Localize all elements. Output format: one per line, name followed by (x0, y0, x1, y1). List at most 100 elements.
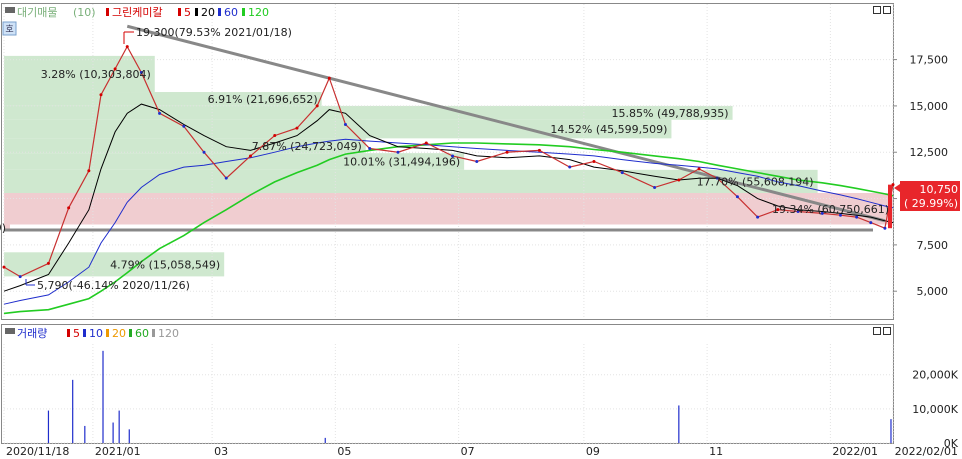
price-point (396, 150, 400, 154)
volume-profile-label: 10.01% (31,494,196) (343, 156, 460, 169)
price-point (424, 141, 428, 145)
legend-vma120: 120 (158, 327, 179, 340)
legend-stock: 그린케미칼 (112, 6, 163, 19)
current-price-change: ( 29.99%) (904, 197, 958, 210)
legend-ma20-marker (195, 8, 198, 16)
x-tick: 07 (461, 445, 475, 458)
price-point (46, 261, 50, 265)
price-point (343, 122, 347, 126)
price-point (756, 215, 760, 219)
legend-count: (10) (73, 6, 96, 19)
price-point (224, 176, 228, 180)
price-point (697, 167, 701, 171)
low-annotation: 5,790(-46.14% 2020/11/26) (25, 279, 190, 292)
price-point (505, 150, 509, 154)
price-y-tick: 5,000 (917, 285, 949, 298)
price-point (295, 126, 299, 130)
legend-vma5: 5 (73, 327, 80, 340)
price-point (537, 148, 541, 152)
x-tick: 2022/02/01 (895, 445, 958, 458)
price-point (620, 171, 624, 175)
price-y-tick: 17,500 (910, 54, 949, 67)
high-annotation: 19,300(79.53% 2021/01/18) (123, 26, 292, 44)
maximize-icon[interactable] (883, 6, 891, 14)
price-point (568, 165, 572, 169)
volume-profile-band (4, 193, 893, 225)
minimize-icon[interactable] (873, 6, 881, 14)
volume-profile-label: 14.52% (45,599,509) (550, 123, 667, 136)
price-point (475, 160, 479, 163)
price-point (883, 226, 887, 230)
x-tick: 2020/11/18 (6, 445, 69, 458)
volume-y-tick: 10,000K (912, 403, 958, 416)
price-y-tick: 7,500 (917, 239, 949, 252)
volume-bars (47, 350, 892, 443)
low-label: 5,790(-46.14% 2020/11/26) (37, 279, 190, 292)
current-price-value: 10,750 (920, 183, 959, 196)
price-panel-controls[interactable] (873, 6, 891, 14)
price-y-tick: 12,500 (910, 146, 949, 159)
legend-vma20-marker (106, 329, 109, 337)
legend-vma5-marker (67, 329, 70, 337)
legend-title: 대기매물 (17, 6, 57, 19)
x-tick: 2021/01 (95, 445, 141, 458)
price-point (125, 45, 129, 49)
legend-vma120-marker (152, 329, 155, 337)
price-point (735, 195, 739, 199)
chart-toggle-glyph: 호 (5, 24, 13, 35)
x-tick: 2022/01 (832, 445, 878, 458)
current-price-tag: 10,750 ( 29.99%) (894, 181, 960, 211)
price-point (2, 265, 6, 269)
current-price-pointer (894, 184, 900, 192)
price-point (99, 93, 103, 97)
volume-profile-label: 17.70% (55,608,194) (697, 175, 814, 188)
volume-profile-label: 0.13% (413,569) (0, 221, 6, 234)
legend-ma60: 60 (224, 6, 238, 19)
volume-profile-label: 6.91% (21,696,652) (208, 93, 318, 106)
price-point (67, 206, 71, 210)
price-point (273, 134, 277, 138)
legend-ma60-marker (218, 8, 221, 16)
volume-profile-label: 3.28% (10,303,804) (41, 68, 151, 81)
legend-icon (5, 328, 15, 334)
legend-vma10-marker (83, 329, 86, 337)
price-y-tick: 15,000 (910, 100, 949, 113)
price-point (592, 160, 596, 163)
price-point (855, 215, 859, 219)
high-label: 19,300(79.53% 2021/01/18) (136, 26, 292, 39)
minimize-icon[interactable] (873, 327, 881, 335)
price-point (677, 178, 681, 182)
x-tick: 03 (214, 445, 228, 458)
volume-profile-label: 7.87% (24,723,049) (252, 140, 362, 153)
legend-vma10: 10 (89, 327, 103, 340)
price-point (653, 185, 657, 189)
price-point (158, 111, 162, 115)
x-tick: 05 (337, 445, 351, 458)
maximize-icon[interactable] (883, 327, 891, 335)
legend-ma5-marker (178, 8, 181, 16)
price-point (327, 76, 331, 80)
price-point (87, 169, 91, 173)
volume-panel-frame (1, 324, 894, 444)
volume-profile-label: 15.85% (49,788,935) (612, 107, 729, 120)
price-point (248, 154, 252, 158)
volume-legend: 거래량 5 10 20 60 120 (5, 327, 179, 340)
x-tick: 11 (709, 445, 723, 458)
price-point (368, 147, 372, 151)
legend-ma20: 20 (201, 6, 215, 19)
volume-y-tick: 20,000K (912, 369, 958, 382)
price-point (869, 221, 873, 225)
price-point (18, 275, 22, 279)
price-point (182, 124, 186, 128)
legend-ma5: 5 (184, 6, 191, 19)
x-tick: 09 (586, 445, 600, 458)
legend-vma20: 20 (112, 327, 126, 340)
legend-stock-marker (106, 8, 109, 16)
legend-vma60: 60 (135, 327, 149, 340)
legend-volume-title: 거래량 (17, 327, 47, 340)
stock-chart: 3.28% (10,303,804) 6.91% (21,696,652) 15.8… (0, 3, 960, 458)
volume-profile-label: 4.79% (15,058,549) (110, 258, 220, 271)
legend-icon (5, 7, 15, 13)
legend-ma120-marker (242, 8, 245, 16)
volume-panel-controls[interactable] (873, 327, 891, 335)
